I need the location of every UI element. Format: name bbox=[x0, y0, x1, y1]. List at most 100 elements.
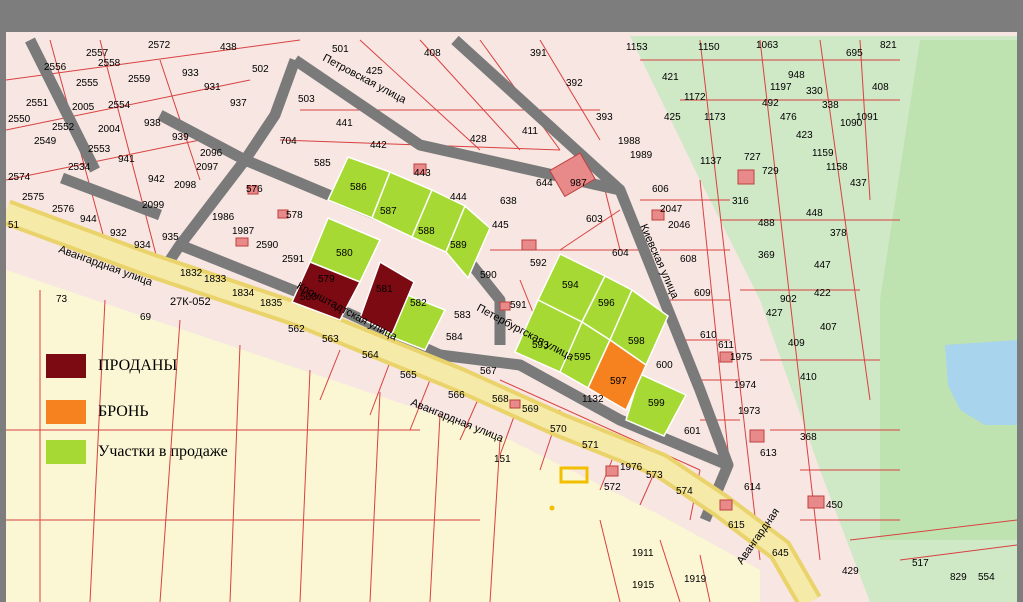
plot-label-408: 408 bbox=[872, 82, 889, 93]
plot-label-422: 422 bbox=[814, 288, 831, 299]
plot-label-1919: 1919 bbox=[684, 574, 707, 585]
plot-label-935: 935 bbox=[162, 232, 179, 243]
plot-label-638: 638 bbox=[500, 196, 517, 207]
plot-label-338: 338 bbox=[822, 100, 839, 111]
plot-label-570: 570 bbox=[550, 424, 567, 435]
plot-label-391: 391 bbox=[530, 48, 547, 59]
plot-label-576: 576 bbox=[246, 184, 263, 195]
plot-label-443: 443 bbox=[414, 168, 431, 179]
plot-label-591: 591 bbox=[510, 300, 527, 311]
plot-label-411: 411 bbox=[522, 126, 538, 137]
plot-label-567: 567 bbox=[480, 366, 497, 377]
plot-label-829: 829 bbox=[950, 572, 967, 583]
plot-label-501: 501 bbox=[332, 44, 349, 55]
plot-label-438: 438 bbox=[220, 42, 237, 53]
plot-label-933: 933 bbox=[182, 68, 199, 79]
legend-reserved: БРОНЬ bbox=[46, 400, 149, 424]
plot-label-1989: 1989 bbox=[630, 150, 653, 161]
plot-label-565: 565 bbox=[400, 370, 417, 381]
plot-label-425: 425 bbox=[366, 66, 383, 77]
plot-label-69: 69 bbox=[140, 312, 152, 323]
plot-label-1153: 1153 bbox=[626, 42, 648, 53]
plot-label-941: 941 bbox=[118, 154, 135, 165]
legend-swatch-reserved bbox=[46, 400, 86, 424]
plot-label-2553: 2553 bbox=[88, 144, 111, 155]
plot-label-586: 586 bbox=[350, 182, 367, 193]
plot-label-441: 441 bbox=[336, 118, 353, 129]
plot-label-1173: 1173 bbox=[704, 112, 726, 123]
plot-label-410: 410 bbox=[800, 372, 817, 383]
plot-label-695: 695 bbox=[846, 48, 863, 59]
plot-label-987: 987 bbox=[570, 178, 587, 189]
plot-label-583: 583 bbox=[454, 310, 471, 321]
plot-label-597: 597 bbox=[610, 376, 627, 387]
plot-label-599: 599 bbox=[648, 398, 665, 409]
plot-label-1975: 1975 bbox=[730, 352, 753, 363]
plot-label-584: 584 bbox=[446, 332, 463, 343]
plot-label-601: 601 bbox=[684, 426, 701, 437]
legend-sold: ПРОДАНЫ bbox=[46, 354, 177, 378]
plot-label-609: 609 bbox=[694, 288, 711, 299]
plot-label-2097: 2097 bbox=[196, 162, 219, 173]
plot-label-517: 517 bbox=[912, 558, 929, 569]
plot-label-948: 948 bbox=[788, 70, 805, 81]
plot-label-587: 587 bbox=[380, 206, 397, 217]
plot-label-2004: 2004 bbox=[98, 124, 121, 135]
plot-label-613: 613 bbox=[760, 448, 777, 459]
plot-label-2572: 2572 bbox=[148, 40, 171, 51]
plot-label-1159: 1159 bbox=[812, 148, 834, 159]
plot-label-1132: 1132 bbox=[582, 394, 604, 405]
plot-label-2559: 2559 bbox=[128, 74, 151, 85]
legend-label-reserved: БРОНЬ bbox=[98, 403, 149, 420]
plot-label-447: 447 bbox=[814, 260, 831, 271]
plot-label-1090: 1090 bbox=[840, 118, 863, 129]
plot-label-409: 409 bbox=[788, 338, 805, 349]
plot-label-1833: 1833 bbox=[204, 274, 227, 285]
plot-label-1063: 1063 bbox=[756, 40, 779, 51]
plot-label-1986: 1986 bbox=[212, 212, 235, 223]
plot-label-488: 488 bbox=[758, 218, 775, 229]
plot-label-596: 596 bbox=[598, 298, 615, 309]
plot-label-569: 569 bbox=[522, 404, 539, 415]
plot-label-566: 566 bbox=[448, 390, 465, 401]
plot-label-590: 590 bbox=[480, 270, 497, 281]
plot-label-588: 588 bbox=[418, 226, 435, 237]
plot-label-932: 932 bbox=[110, 228, 127, 239]
plot-label-492: 492 bbox=[762, 98, 779, 109]
plot-label-2099: 2099 bbox=[142, 200, 165, 211]
plot-label-330: 330 bbox=[806, 86, 823, 97]
plot-label-1988: 1988 bbox=[618, 136, 641, 147]
plot-label-572: 572 bbox=[604, 482, 621, 493]
plot-label-939: 939 bbox=[172, 132, 189, 143]
plot-label-600: 600 bbox=[656, 360, 673, 371]
plot-label-442: 442 bbox=[370, 140, 387, 151]
plot-label-2574: 2574 bbox=[8, 172, 31, 183]
plot-label-2576: 2576 bbox=[52, 204, 75, 215]
plot-label-611: 611 bbox=[718, 340, 734, 351]
plot-label-2558: 2558 bbox=[98, 58, 121, 69]
plot-label-448: 448 bbox=[806, 208, 823, 219]
plot-label-378: 378 bbox=[830, 228, 847, 239]
plot-label-934: 934 bbox=[134, 240, 151, 251]
plot-label-944: 944 bbox=[80, 214, 97, 225]
plot-label-594: 594 bbox=[562, 280, 579, 291]
plot-label-151: 151 bbox=[494, 454, 511, 465]
plot-label-2552: 2552 bbox=[52, 122, 75, 133]
plot-label-427: 427 bbox=[766, 308, 783, 319]
plot-label-316: 316 bbox=[732, 196, 749, 207]
plot-label-578: 578 bbox=[286, 210, 303, 221]
plot-label-727: 727 bbox=[744, 152, 761, 163]
plot-label-598: 598 bbox=[628, 336, 645, 347]
plot-label-580: 580 bbox=[336, 248, 353, 259]
plot-label-931: 931 bbox=[204, 82, 221, 93]
plot-label-1835: 1835 bbox=[260, 298, 283, 309]
plot-label-1137: 1137 bbox=[700, 156, 722, 167]
plot-label-593: 593 bbox=[532, 340, 549, 351]
plot-label-392: 392 bbox=[566, 78, 583, 89]
plot-label-444: 444 bbox=[450, 192, 467, 203]
plot-label-589: 589 bbox=[450, 240, 467, 251]
cadastral-map: Авангардная улица Авангардная улица Аван… bbox=[6, 32, 1017, 602]
plot-label-568: 568 bbox=[492, 394, 509, 405]
plot-label-571: 571 bbox=[582, 440, 599, 451]
plot-label-428: 428 bbox=[470, 134, 487, 145]
